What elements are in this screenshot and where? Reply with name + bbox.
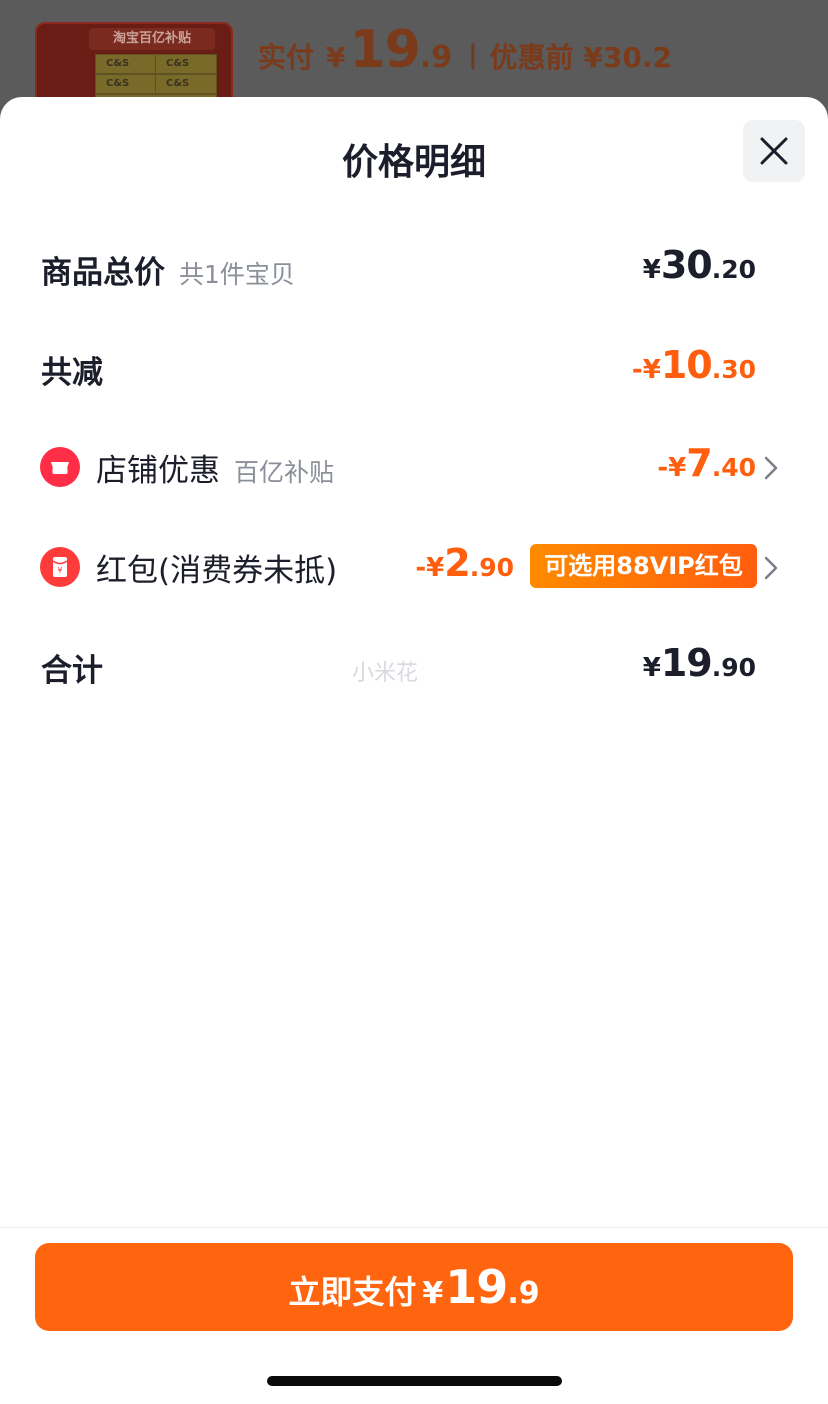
paid-decimal: .9 (419, 40, 453, 75)
pay-now-button[interactable]: 立即支付 ¥ 19 .9 (35, 1243, 793, 1331)
store-icon (40, 447, 80, 487)
thumbnail-banner: 淘宝百亿补贴 (89, 28, 215, 50)
thumbnail-box: C&S (95, 74, 157, 94)
price-separator: | (468, 40, 478, 70)
row-store-discount[interactable]: 店铺优惠 百亿补贴 -¥ 7.40 (0, 433, 828, 503)
red-packet-icon: ¥ (40, 547, 80, 587)
pay-now-label: 立即支付 (288, 1273, 417, 1311)
paid-price: 实付 ¥ 19 .9 | 优惠前 ¥30.2 (258, 20, 672, 80)
thumbnail-box: C&S (155, 54, 217, 74)
row-total-discount: 共减 -¥ 10.30 (0, 335, 828, 405)
vip-red-packet-tag[interactable]: 可选用88VIP红包 (530, 544, 757, 588)
product-summary-bar: 淘宝百亿补贴 C&S C&S C&S C&S 实付 ¥ 19 .9 | 优惠前 … (0, 0, 828, 116)
store-discount-amount: -¥ 7.40 (657, 441, 756, 485)
sum-label: 合计 (41, 653, 103, 689)
row-goods-total: 商品总价 共1件宝贝 ¥30.20 (0, 235, 828, 305)
paid-integer: 19 (349, 20, 421, 80)
paid-currency: ¥ (326, 41, 346, 74)
original-price: 优惠前 ¥30.2 (489, 41, 672, 74)
store-discount-source: 百亿补贴 (234, 458, 335, 487)
chevron-right-icon (764, 456, 778, 480)
red-packet-label: 红包(消费券未抵) (96, 553, 338, 589)
total-discount-label: 共减 (41, 355, 103, 391)
total-discount-amount: -¥ 10.30 (631, 343, 756, 387)
paid-label: 实付 (258, 41, 315, 74)
goods-count: 共1件宝贝 (179, 260, 295, 289)
watermark: 小米花 (352, 661, 419, 686)
thumbnail-box: C&S (155, 74, 217, 94)
pay-integer: 19 (445, 1260, 508, 1314)
row-red-packet[interactable]: ¥ 红包(消费券未抵) -¥ 2.90 可选用88VIP红包 (0, 533, 828, 603)
chevron-right-icon (764, 556, 778, 580)
sheet-title: 价格明细 (341, 142, 486, 183)
pay-decimal: .9 (507, 1276, 540, 1311)
sum-amount: ¥19.90 (642, 641, 756, 685)
red-packet-amount: -¥ 2.90 (415, 541, 514, 585)
thumbnail-box: C&S (95, 54, 157, 74)
close-button[interactable] (743, 120, 805, 182)
goods-total-amount: ¥30.20 (642, 243, 756, 287)
goods-total-label: 商品总价 共1件宝贝 (41, 255, 295, 291)
close-icon (760, 137, 788, 165)
home-indicator[interactable] (267, 1376, 562, 1386)
pay-currency: ¥ (422, 1276, 444, 1311)
footer-divider (0, 1227, 828, 1228)
store-discount-label: 店铺优惠 百亿补贴 (96, 453, 335, 489)
svg-text:¥: ¥ (57, 566, 62, 575)
price-detail-sheet: 价格明细 商品总价 共1件宝贝 ¥30.20 共减 -¥ 10.30 店铺优惠 百亿补… (0, 97, 828, 1404)
